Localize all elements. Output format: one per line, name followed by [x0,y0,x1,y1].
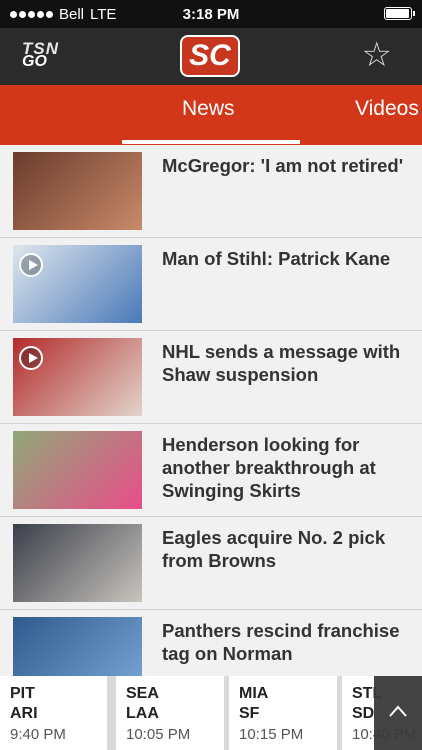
scroll-up-button[interactable] [374,676,422,750]
status-bar: Bell LTE 3:18 PM [0,0,422,28]
news-item-henderson[interactable]: Henderson looking for another breakthrou… [0,424,422,517]
news-headline: McGregor: 'I am not retired' [162,155,404,176]
game-time: 10:05 PM [126,726,191,743]
tab-videos[interactable]: Videos [355,97,419,121]
sportscentre-logo: SC [180,35,240,77]
tab-news[interactable]: News [182,97,235,121]
battery-icon [384,7,415,20]
news-headline: NHL sends a message with Shaw suspension [162,341,401,385]
game-time: 10:15 PM [239,726,304,743]
home-team: LAA [126,705,159,722]
game-card-sea-laa[interactable]: SEA LAA 10:05 PM [116,676,224,750]
active-tab-indicator [122,140,300,144]
news-item-kane[interactable]: Man of Stihl: Patrick Kane [0,238,422,331]
home-team: ARI [10,705,38,722]
game-time: 9:40 PM [10,726,66,743]
news-thumbnail [13,245,142,323]
news-thumbnail [13,431,142,509]
star-icon[interactable]: ☆ [362,37,392,73]
news-headline: Henderson looking for another breakthrou… [162,434,376,501]
away-team: MIA [239,685,269,702]
tsn-go-logo[interactable]: TSN GO [22,40,59,70]
app-header: TSN GO SC ☆ [0,28,422,85]
news-thumbnail [13,338,142,416]
away-team: SEA [126,685,159,702]
news-item-shaw[interactable]: NHL sends a message with Shaw suspension [0,331,422,424]
away-team: PIT [10,685,35,702]
news-thumbnail [13,152,142,230]
news-thumbnail [13,524,142,602]
news-list: McGregor: 'I am not retired' Man of Stih… [0,145,422,703]
section-tabs: News Videos [0,85,422,145]
scores-strip: PIT ARI 9:40 PM SEA LAA 10:05 PM MIA SF … [0,676,422,750]
home-team: SF [239,705,260,722]
game-card-mia-sf[interactable]: MIA SF 10:15 PM [229,676,337,750]
game-card-pit-ari[interactable]: PIT ARI 9:40 PM [0,676,110,750]
play-icon [19,253,43,277]
news-item-mcgregor[interactable]: McGregor: 'I am not retired' [0,145,422,238]
news-headline: Panthers rescind franchise tag on Norman [162,620,400,664]
news-item-eagles[interactable]: Eagles acquire No. 2 pick from Browns [0,517,422,610]
chevron-up-icon [389,705,407,717]
news-headline: Man of Stihl: Patrick Kane [162,248,391,269]
status-time: 3:18 PM [182,6,240,23]
play-icon [19,346,43,370]
news-headline: Eagles acquire No. 2 pick from Browns [162,527,386,571]
